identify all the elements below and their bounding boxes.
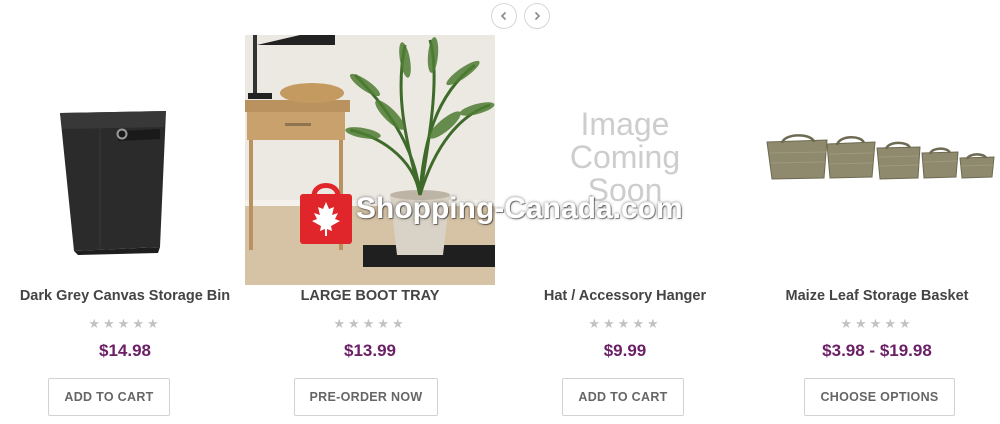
product-price: $9.99 <box>603 341 647 360</box>
rating-stars: ★★★★★ <box>333 316 407 331</box>
product-card: Dark Grey Canvas Storage Bin ★★★★★ $14.9… <box>0 0 250 424</box>
shopping-bag-maple-leaf-icon <box>300 183 352 244</box>
product-title[interactable]: Dark Grey Canvas Storage Bin <box>0 288 250 304</box>
add-to-cart-button[interactable]: ADD TO CART <box>48 378 170 416</box>
choose-options-button[interactable]: CHOOSE OPTIONS <box>804 378 955 416</box>
product-price: $3.98 - $19.98 <box>822 341 932 360</box>
product-card: Maize Leaf Storage Basket ★★★★★ $3.98 - … <box>752 0 1000 424</box>
product-price: $13.99 <box>344 341 396 360</box>
rating-stars: ★★★★★ <box>588 316 662 331</box>
add-to-cart-button[interactable]: ADD TO CART <box>562 378 684 416</box>
product-title[interactable]: LARGE BOOT TRAY <box>245 288 495 304</box>
watermark-text: Shopping-Canada.com <box>356 192 683 225</box>
product-price: $14.98 <box>99 341 151 360</box>
rating-stars: ★★★★★ <box>88 316 162 331</box>
product-image[interactable] <box>0 35 250 285</box>
pre-order-button[interactable]: PRE-ORDER NOW <box>294 378 438 416</box>
watermark: Shopping-Canada.com <box>298 178 718 248</box>
product-image[interactable] <box>752 35 1000 285</box>
rating-stars: ★★★★★ <box>840 316 914 331</box>
product-title[interactable]: Hat / Accessory Hanger <box>500 288 750 304</box>
product-title[interactable]: Maize Leaf Storage Basket <box>752 288 1000 304</box>
